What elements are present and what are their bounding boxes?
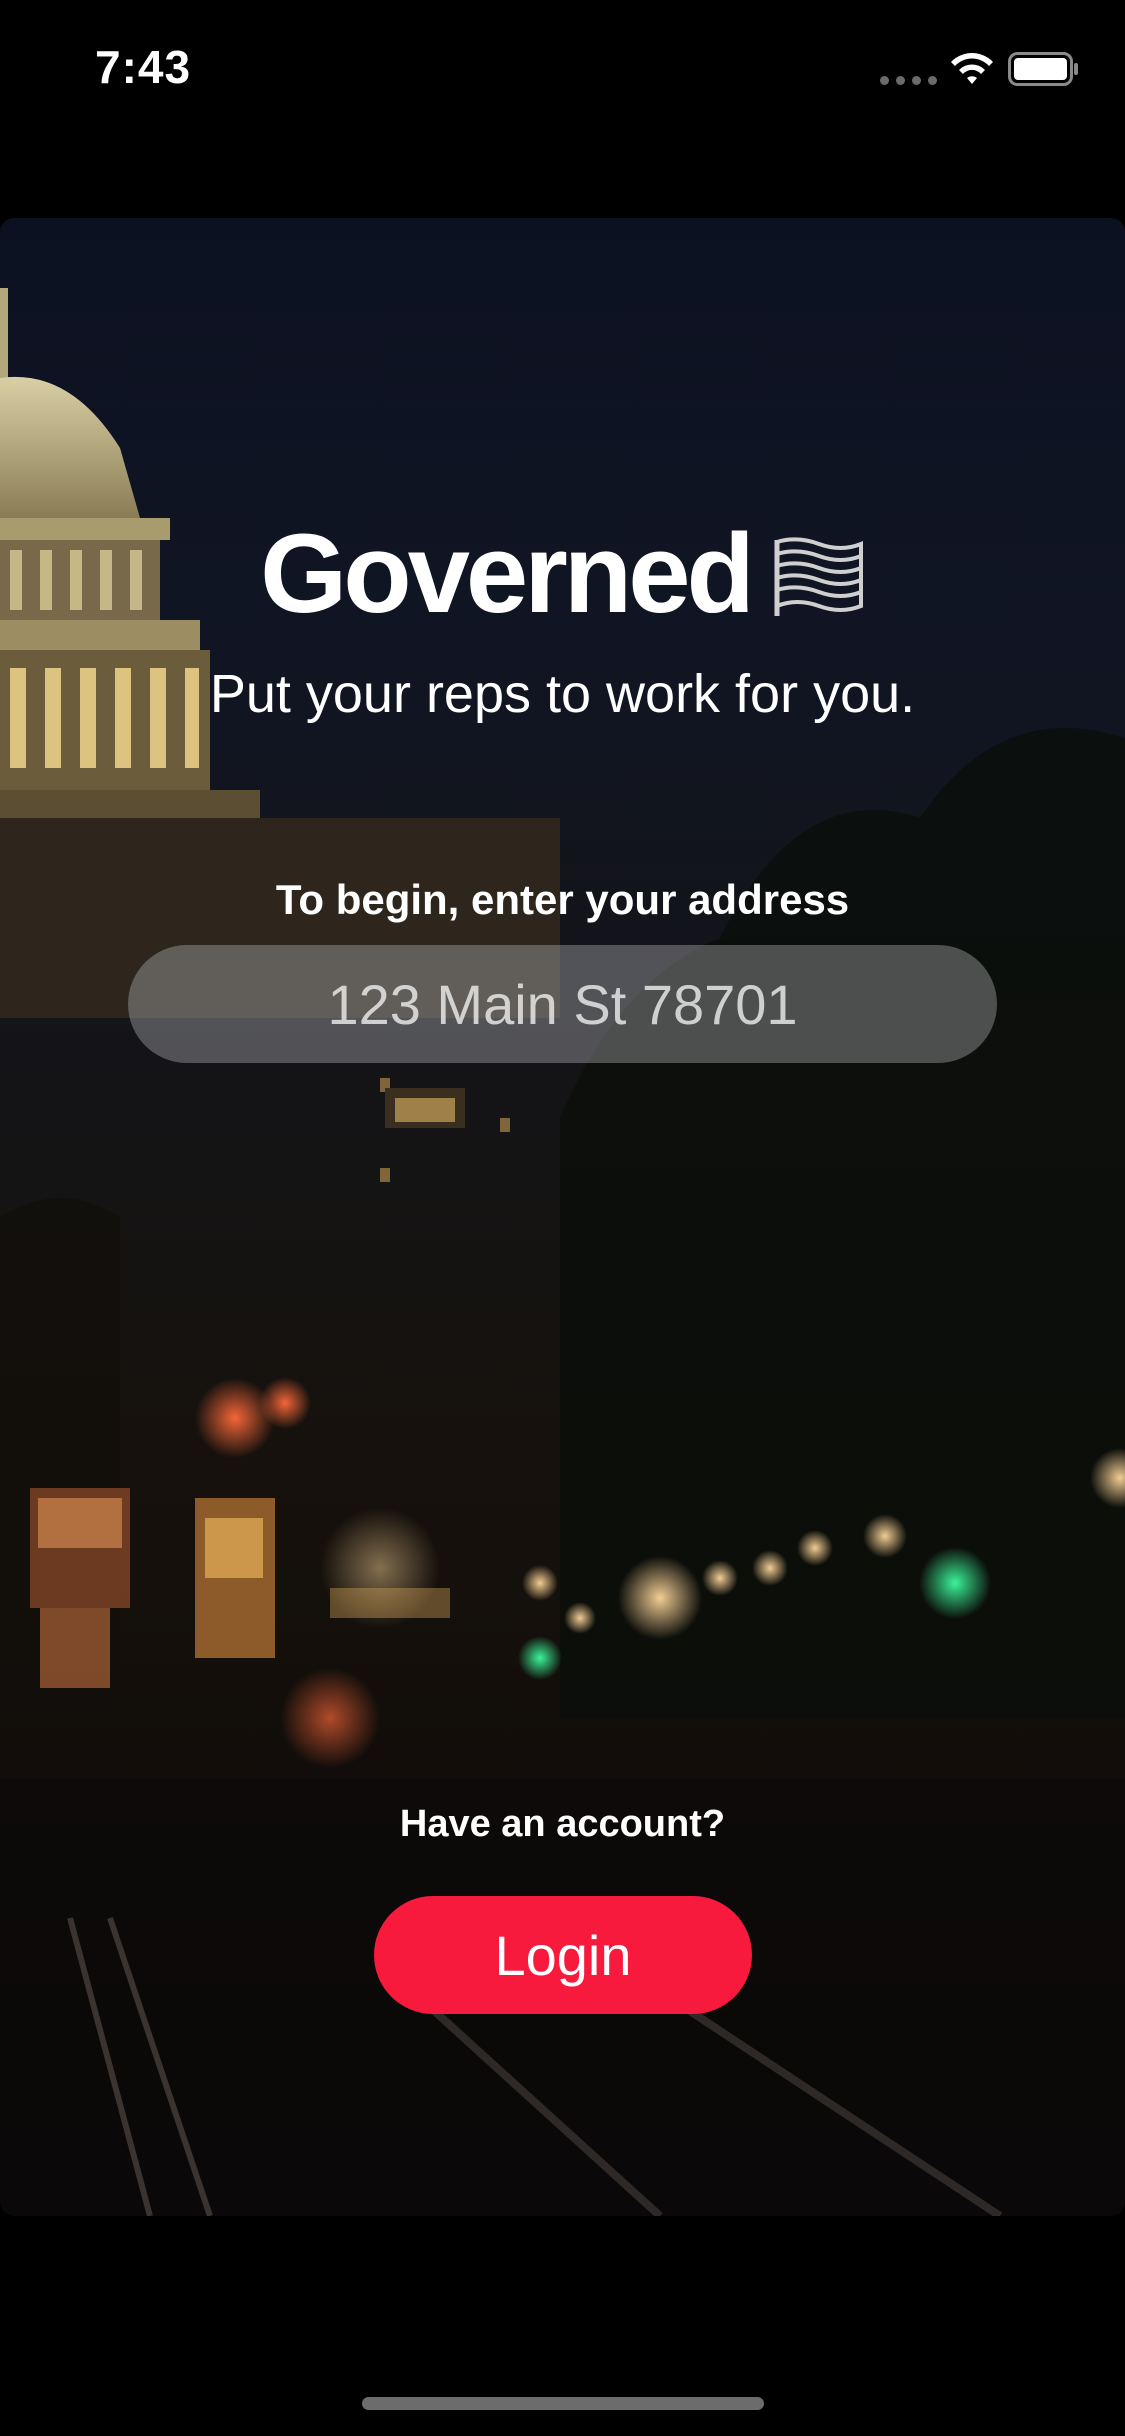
brand-logo: Governed: [0, 518, 1125, 630]
status-bar: 7:43: [0, 0, 1125, 140]
wifi-icon: [951, 53, 993, 84]
address-input[interactable]: [128, 945, 997, 1063]
address-label: To begin, enter your address: [275, 876, 850, 923]
battery-icon: [1008, 52, 1078, 86]
home-indicator[interactable]: [362, 2397, 764, 2410]
onboarding-card: Governed Put your reps to work for you. …: [0, 218, 1125, 2216]
login-button[interactable]: Login: [374, 1896, 752, 2014]
cellular-signal-icon: [880, 76, 937, 85]
tagline: Put your reps to work for you.: [209, 664, 916, 724]
flag-icon: [774, 537, 863, 616]
account-prompt: Have an account?: [399, 1803, 726, 1845]
app-name: Governed: [260, 511, 755, 636]
status-time: 7:43: [95, 41, 192, 93]
